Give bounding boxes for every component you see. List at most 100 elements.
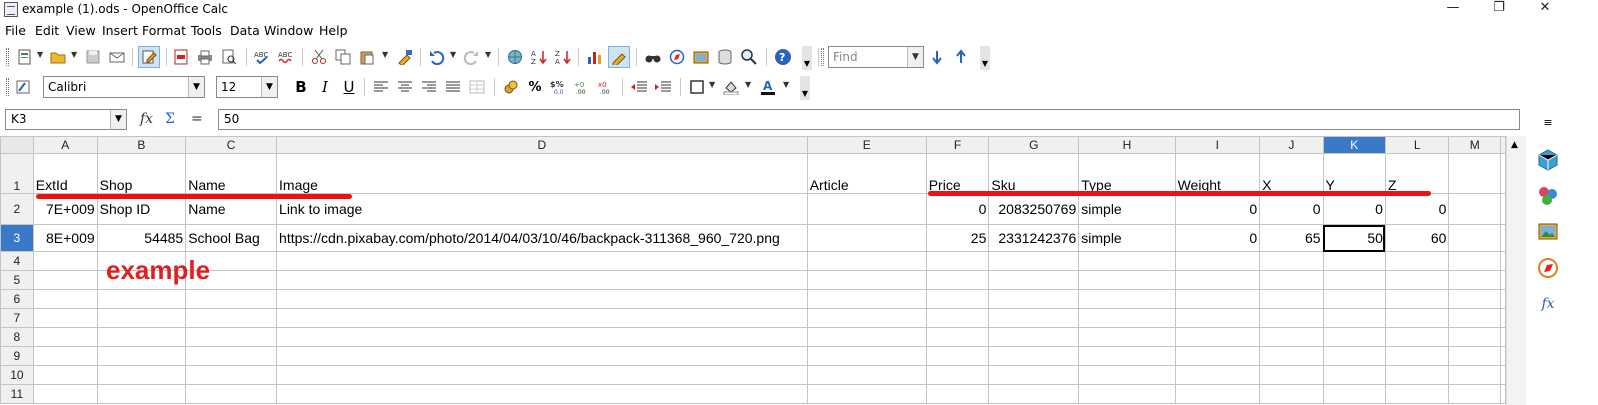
cell-a9[interactable]: [32, 346, 98, 366]
select-all-corner[interactable]: [0, 136, 34, 154]
cell-h6[interactable]: [1078, 289, 1176, 309]
cell-f5[interactable]: [925, 270, 990, 290]
chevron-down-icon[interactable]: ▼: [709, 80, 715, 89]
cell-l2[interactable]: 0: [1384, 193, 1450, 225]
cell-m11[interactable]: [1448, 384, 1501, 404]
menu-format[interactable]: Format: [142, 23, 186, 38]
column-header-g[interactable]: G: [988, 136, 1080, 154]
chevron-down-icon[interactable]: ▼: [37, 50, 43, 59]
cell-e2[interactable]: [806, 193, 927, 225]
row-header[interactable]: 8: [0, 327, 34, 347]
cell-h5[interactable]: [1078, 270, 1176, 290]
menu-insert[interactable]: Insert: [102, 23, 138, 38]
column-header-k[interactable]: K: [1322, 136, 1386, 154]
column-header-a[interactable]: A: [32, 136, 98, 154]
cell-j5[interactable]: [1259, 270, 1324, 290]
chevron-down-icon[interactable]: ▼: [188, 77, 204, 97]
cell-m8[interactable]: [1448, 327, 1501, 347]
cell-i9[interactable]: [1174, 346, 1261, 366]
cell-f10[interactable]: [925, 365, 990, 385]
cell-j1[interactable]: X: [1259, 153, 1324, 194]
row-header[interactable]: 2: [0, 193, 34, 225]
cell-j9[interactable]: [1259, 346, 1324, 366]
cell-h9[interactable]: [1078, 346, 1176, 366]
cell-d3[interactable]: https://cdn.pixabay.com/photo/2014/04/03…: [276, 224, 808, 252]
cell-k4[interactable]: [1322, 251, 1386, 271]
navigator-sidebar-icon[interactable]: [1536, 256, 1560, 280]
cell-m6[interactable]: [1448, 289, 1501, 309]
chart-icon[interactable]: [584, 46, 606, 68]
percent-format-icon[interactable]: %: [524, 76, 546, 98]
column-header-c[interactable]: C: [185, 136, 278, 154]
cell-l8[interactable]: [1384, 327, 1450, 347]
cell-n9[interactable]: [1500, 346, 1506, 366]
cell-l3[interactable]: 60: [1384, 224, 1450, 252]
cell-e4[interactable]: [806, 251, 927, 271]
cell-k11[interactable]: [1322, 384, 1386, 404]
cell-g3[interactable]: 2331242376: [988, 224, 1080, 252]
background-color-icon[interactable]: [720, 76, 742, 98]
vertical-scrollbar[interactable]: ▲: [1506, 136, 1526, 405]
delete-decimal-icon[interactable]: x0.00: [596, 76, 618, 98]
chevron-down-icon[interactable]: ▼: [745, 80, 751, 89]
column-header-b[interactable]: B: [96, 136, 187, 154]
menu-data[interactable]: Data: [230, 23, 260, 38]
name-box[interactable]: K3 ▼: [5, 109, 127, 130]
cell-b9[interactable]: [96, 346, 187, 366]
font-size-select[interactable]: 12 ▼: [216, 76, 278, 98]
navigator-icon[interactable]: [666, 46, 688, 68]
cell-a8[interactable]: [32, 327, 98, 347]
find-replace-icon[interactable]: [642, 46, 664, 68]
cell-h4[interactable]: [1078, 251, 1176, 271]
cell-b1[interactable]: Shop: [96, 153, 187, 194]
underline-button[interactable]: U: [338, 76, 360, 98]
cell-b8[interactable]: [96, 327, 187, 347]
cell-d11[interactable]: [276, 384, 808, 404]
function-wizard-icon[interactable]: fx: [140, 111, 153, 127]
open-folder-icon[interactable]: [47, 46, 69, 68]
chevron-down-icon[interactable]: ▼: [783, 80, 789, 89]
decrease-indent-icon[interactable]: [628, 76, 650, 98]
cell-n6[interactable]: [1500, 289, 1506, 309]
menu-view[interactable]: View: [66, 23, 96, 38]
print-icon[interactable]: [194, 46, 216, 68]
row-header[interactable]: 9: [0, 346, 34, 366]
cell-k10[interactable]: [1322, 365, 1386, 385]
cell-e10[interactable]: [806, 365, 927, 385]
row-header[interactable]: 5: [0, 270, 34, 290]
cell-b6[interactable]: [96, 289, 187, 309]
cell-d10[interactable]: [276, 365, 808, 385]
cell-m1[interactable]: [1448, 153, 1501, 194]
cell-k6[interactable]: [1322, 289, 1386, 309]
cell-a5[interactable]: [32, 270, 98, 290]
cell-b3[interactable]: 54485: [96, 224, 187, 252]
cell-j11[interactable]: [1259, 384, 1324, 404]
cell-c9[interactable]: [185, 346, 278, 366]
gallery-icon[interactable]: [690, 46, 712, 68]
column-header-j[interactable]: J: [1259, 136, 1324, 154]
cell-h1[interactable]: Type: [1078, 153, 1176, 194]
cell-a6[interactable]: [32, 289, 98, 309]
cell-c3[interactable]: School Bag: [185, 224, 278, 252]
cell-j10[interactable]: [1259, 365, 1324, 385]
show-draw-functions-icon[interactable]: [608, 46, 630, 68]
cell-m3[interactable]: [1448, 224, 1501, 252]
hyperlink-icon[interactable]: [504, 46, 526, 68]
toolbar-grip[interactable]: [821, 48, 824, 66]
bold-button[interactable]: B: [290, 76, 312, 98]
cell-h7[interactable]: [1078, 308, 1176, 328]
cell-d4[interactable]: [276, 251, 808, 271]
cell-l6[interactable]: [1384, 289, 1450, 309]
find-previous-icon[interactable]: [950, 46, 972, 68]
align-center-icon[interactable]: [394, 76, 416, 98]
cell-h11[interactable]: [1078, 384, 1176, 404]
cell-k2[interactable]: 0: [1322, 193, 1386, 225]
zoom-icon[interactable]: [738, 46, 760, 68]
cell-c6[interactable]: [185, 289, 278, 309]
chevron-down-icon[interactable]: ▼: [485, 50, 491, 59]
row-header[interactable]: 11: [0, 384, 34, 404]
cell-i10[interactable]: [1174, 365, 1261, 385]
cell-e5[interactable]: [806, 270, 927, 290]
column-header-i[interactable]: I: [1174, 136, 1261, 154]
currency-format-icon[interactable]: [500, 76, 522, 98]
